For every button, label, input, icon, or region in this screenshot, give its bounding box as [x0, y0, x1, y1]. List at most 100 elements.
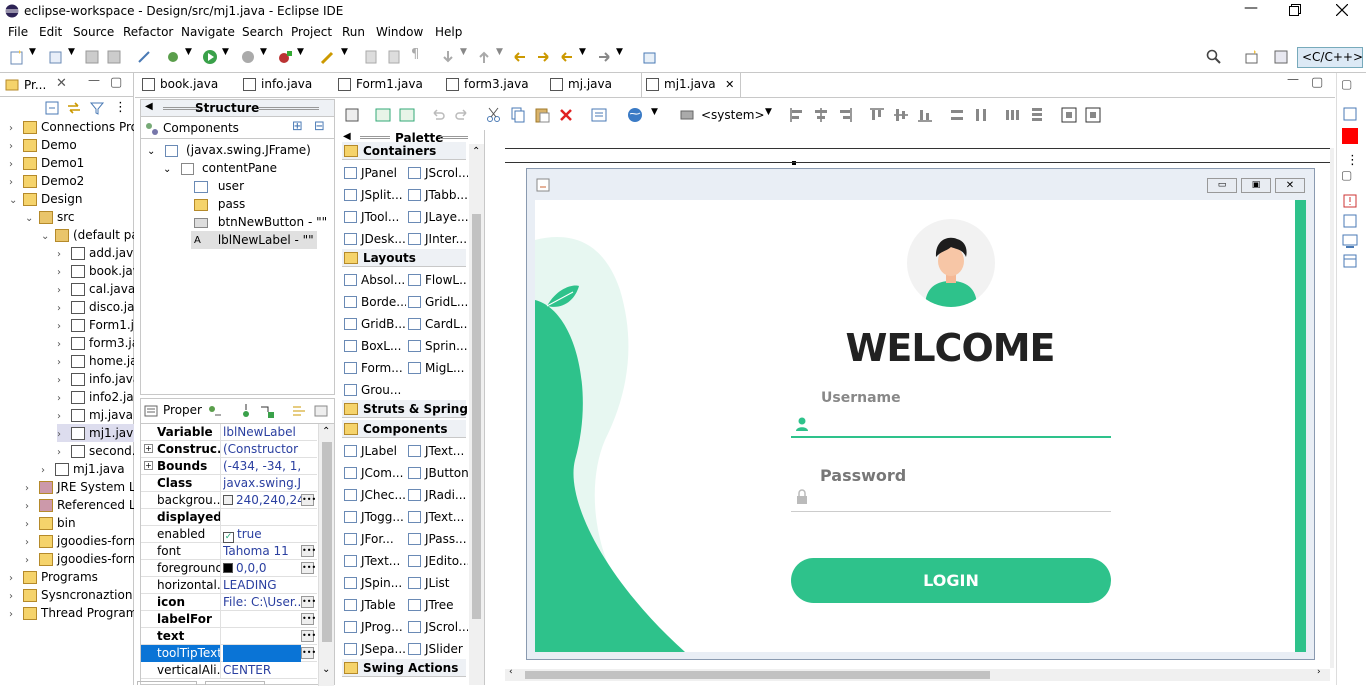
menu-search[interactable]: Search — [242, 25, 283, 39]
tree-item[interactable]: ›Form1.ja — [57, 316, 134, 334]
menu-edit[interactable]: Edit — [39, 25, 62, 39]
minimize-view-icon[interactable]: — — [88, 73, 100, 87]
property-name[interactable]: labelFor — [141, 611, 220, 628]
palette-section-header[interactable]: Struts & Springs — [342, 400, 468, 418]
palette-item[interactable]: JTree — [408, 594, 468, 616]
maximize-view-icon[interactable]: ▢ — [110, 75, 122, 90]
tree-item[interactable]: ›mj1.java — [41, 460, 125, 478]
align-center-icon[interactable] — [813, 107, 829, 123]
palette-item[interactable]: GridL... — [408, 291, 468, 313]
tree-item[interactable]: ›add.java — [57, 244, 134, 262]
tree-lblnewlabel[interactable]: A lblNewLabel - "" — [191, 231, 317, 249]
tree-item[interactable]: › second.j — [57, 442, 134, 460]
palette-item[interactable]: JSpin... — [344, 572, 406, 594]
property-value[interactable]: 0,0,0 — [223, 560, 301, 577]
coverage-dropdown-icon[interactable]: ▼ — [260, 47, 267, 57]
align-left-icon[interactable] — [789, 107, 805, 123]
palette-item[interactable]: Absol... — [344, 269, 406, 291]
scroll-thumb[interactable] — [322, 442, 332, 642]
same-height-icon[interactable] — [973, 107, 989, 123]
perspective-cpp-button[interactable]: <C/C++> — [1297, 47, 1363, 68]
ellipsis-button[interactable]: ••• — [301, 613, 316, 625]
palette-item[interactable]: Borde... — [344, 291, 406, 313]
editor-tab[interactable]: mj1.java ✕ — [641, 73, 742, 97]
property-name[interactable]: enabled — [141, 526, 220, 543]
scroll-right-icon[interactable]: › — [1317, 667, 1321, 677]
menu-run[interactable]: Run — [342, 25, 365, 39]
system-laf-label[interactable]: <system> — [701, 108, 765, 122]
property-value[interactable] — [223, 628, 301, 645]
property-name[interactable]: displayed... — [141, 509, 220, 526]
link-editor-icon[interactable] — [66, 100, 82, 116]
property-value[interactable]: LEADING — [223, 577, 301, 594]
test-gui-icon[interactable] — [344, 107, 360, 123]
palette-item[interactable]: JScrol... — [408, 616, 468, 638]
java-perspective-icon[interactable] — [1273, 49, 1289, 65]
property-value[interactable] — [223, 645, 301, 662]
palette-item[interactable]: Grou... — [344, 379, 406, 401]
scroll-up-icon[interactable]: ⌃ — [472, 146, 480, 157]
palette-item[interactable]: JTabb... — [408, 184, 468, 206]
palette-item[interactable]: GridB... — [344, 313, 406, 335]
look-and-feel-icon[interactable] — [627, 107, 643, 123]
outline-icon[interactable] — [1342, 106, 1358, 122]
menu-project[interactable]: Project — [291, 25, 332, 39]
menu-window[interactable]: Window — [376, 25, 423, 39]
palette-item[interactable]: JTogg... — [344, 506, 406, 528]
canvas-scroll-thumb[interactable] — [525, 671, 990, 679]
username-field[interactable] — [791, 414, 1111, 438]
palette-item[interactable]: JRadi... — [408, 484, 468, 506]
collapse-structure-icon[interactable]: ◀ — [145, 101, 153, 112]
chevron-down-icon[interactable]: ⌄ — [25, 210, 35, 228]
expand-all-icon[interactable]: ⊞ — [292, 119, 303, 134]
tree-jframe[interactable]: ⌄ (javax.swing.JFrame) — [147, 141, 311, 159]
tree-item[interactable]: › Sysncronaztion — [9, 586, 132, 604]
space-horizontal-icon[interactable] — [1005, 107, 1021, 123]
align-middle-icon[interactable] — [893, 107, 909, 123]
forward-edit-icon[interactable] — [535, 49, 551, 65]
annotation-dropdown-icon[interactable]: ▼ — [460, 47, 467, 57]
restore-button[interactable] — [1289, 4, 1301, 16]
pilcrow-icon[interactable]: ¶ — [411, 47, 419, 62]
dropdown-icon[interactable]: ▼ — [68, 47, 75, 57]
tree-btnnewbutton[interactable]: btnNewButton - "" — [194, 213, 327, 231]
palette-item[interactable]: JButton — [408, 462, 468, 484]
property-value[interactable]: File: C:\User... — [223, 594, 301, 611]
ellipsis-button[interactable]: ••• — [301, 545, 316, 557]
palette-item[interactable]: JScrol... — [408, 162, 468, 184]
tree-item[interactable]: ⌄ src — [25, 208, 75, 226]
search-icon[interactable] — [1206, 49, 1222, 65]
chevron-down-icon[interactable]: ⌄ — [41, 228, 51, 246]
open-type-icon[interactable] — [320, 49, 336, 65]
restore-view-icon[interactable]: ▢ — [1341, 77, 1352, 91]
debug-icon[interactable] — [165, 49, 181, 65]
property-name[interactable]: Variable — [141, 424, 220, 441]
system-laf-icon[interactable] — [680, 107, 696, 123]
palette-item[interactable]: JSepa... — [344, 638, 406, 660]
laf-dropdown-icon[interactable]: ▼ — [651, 107, 658, 117]
frame-minimize-button[interactable]: ▭ — [1207, 178, 1237, 193]
tree-item[interactable]: › home.ja — [57, 352, 134, 370]
scroll-left-icon[interactable]: ‹ — [509, 667, 513, 677]
tree-contentpane[interactable]: ⌄ contentPane — [163, 159, 277, 177]
ellipsis-button[interactable]: ••• — [301, 494, 316, 506]
property-value[interactable]: lblNewLabel — [223, 424, 301, 441]
palette-item[interactable]: JPanel — [344, 162, 406, 184]
palette-scrollbar[interactable]: ⌃ — [469, 144, 484, 685]
tree-user[interactable]: user — [194, 177, 244, 195]
property-value[interactable]: CENTER — [223, 662, 301, 679]
ellipsis-button[interactable]: ••• — [301, 562, 316, 574]
menu-help[interactable]: Help — [435, 25, 462, 39]
editor-tab[interactable]: mj.java — [550, 73, 612, 95]
palette-item[interactable]: CardL... — [408, 313, 468, 335]
property-value[interactable] — [223, 509, 301, 526]
align-top-icon[interactable] — [869, 107, 885, 123]
tree-item[interactable]: › jgoodies-form — [25, 532, 134, 550]
tree-item[interactable]: › mj.java — [57, 406, 133, 424]
tree-item[interactable]: ›mj1.java — [57, 424, 134, 442]
palette-item[interactable]: JTool... — [344, 206, 406, 228]
open-perspective-icon[interactable] — [1244, 49, 1260, 65]
editor-tab[interactable]: book.java — [142, 73, 218, 95]
debug-dropdown-icon[interactable]: ▼ — [185, 47, 192, 57]
ellipsis-button[interactable]: ••• — [301, 630, 316, 642]
